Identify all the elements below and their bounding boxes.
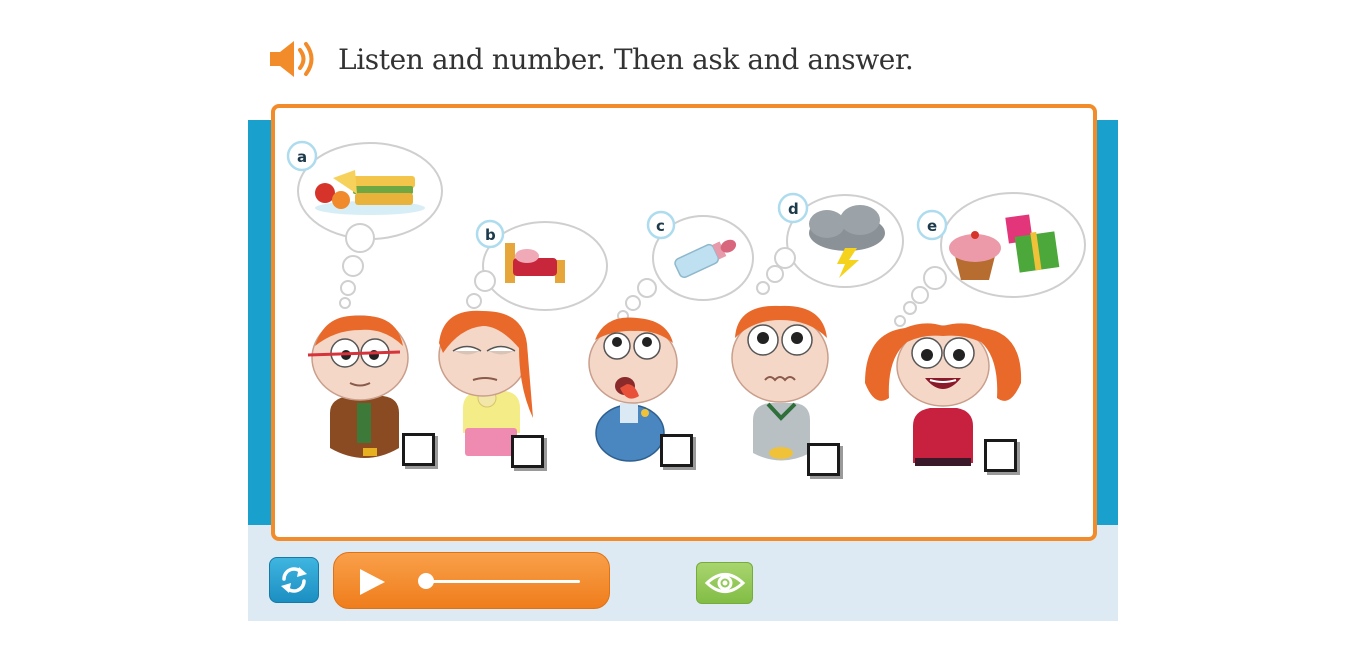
- svg-text:b: b: [485, 226, 496, 244]
- svg-text:c: c: [656, 217, 665, 235]
- letter-badge-e: e: [916, 209, 948, 241]
- answer-box-2[interactable]: [511, 435, 544, 468]
- letter-badge-d: d: [777, 192, 809, 224]
- answer-box-3[interactable]: [660, 434, 693, 467]
- play-icon[interactable]: [360, 569, 385, 595]
- thought-bubble-a: [297, 142, 443, 309]
- instruction-text: Listen and number. Then ask and answer.: [338, 42, 914, 76]
- svg-text:e: e: [927, 217, 937, 235]
- letter-badge-b: b: [475, 219, 505, 249]
- eye-icon: [704, 573, 745, 593]
- page: Listen and number. Then ask and answer.: [0, 0, 1366, 657]
- letter-badge-a: a: [286, 140, 318, 172]
- illustration-frame: a b c d e: [271, 104, 1097, 541]
- illustration-scene: a b c d e: [286, 140, 1086, 466]
- audio-progress-track[interactable]: [426, 580, 580, 583]
- character-boy-with-glasses: [307, 315, 409, 458]
- audio-player: [333, 552, 610, 609]
- audio-progress-handle[interactable]: [418, 573, 434, 589]
- reset-button[interactable]: [269, 557, 319, 603]
- svg-text:a: a: [297, 148, 307, 166]
- answer-box-1[interactable]: [402, 433, 435, 466]
- reveal-answers-button[interactable]: [696, 562, 753, 604]
- character-scared-boy: [731, 305, 829, 461]
- refresh-icon: [281, 567, 307, 593]
- thought-bubble-c: [617, 215, 754, 322]
- activity-header: Listen and number. Then ask and answer.: [266, 38, 914, 80]
- answer-box-5[interactable]: [984, 439, 1017, 472]
- answer-box-4[interactable]: [807, 443, 840, 476]
- letter-badge-c: c: [646, 210, 676, 240]
- svg-text:d: d: [788, 200, 799, 218]
- speaker-icon[interactable]: [266, 38, 320, 80]
